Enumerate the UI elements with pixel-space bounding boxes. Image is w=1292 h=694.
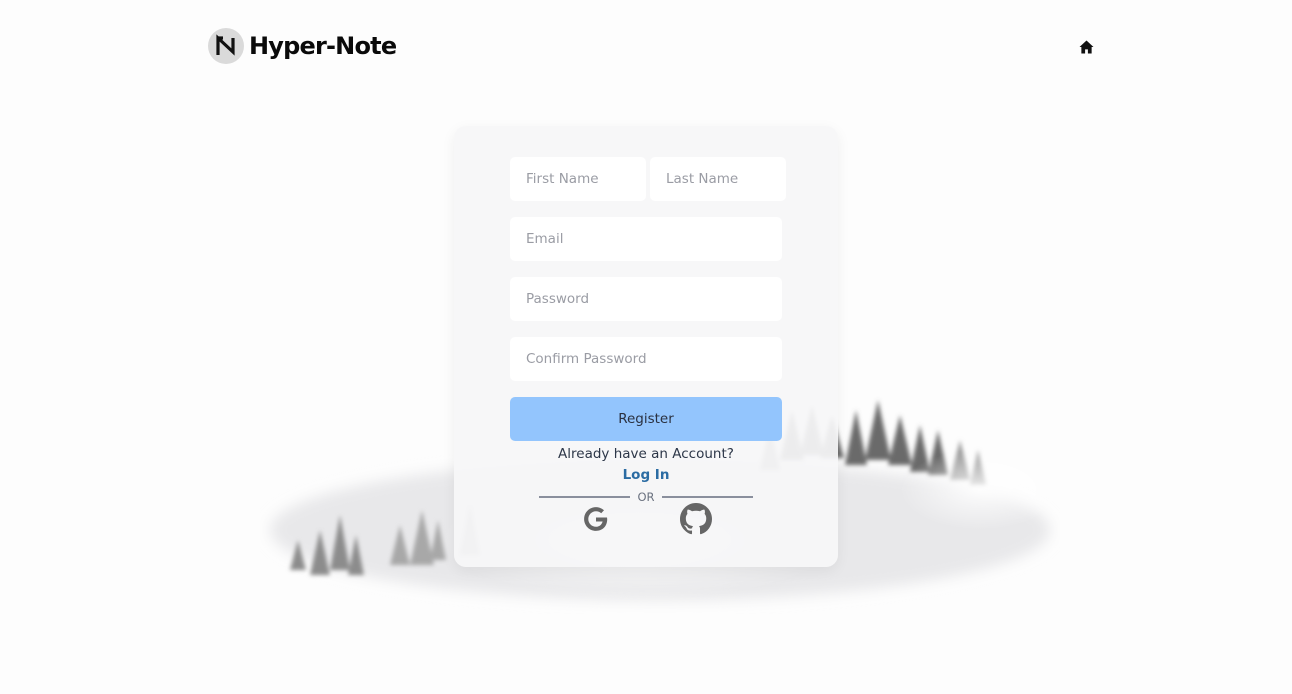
already-account-text: Already have an Account? <box>558 446 734 462</box>
password-input[interactable] <box>510 277 782 321</box>
google-login-button[interactable] <box>580 503 612 535</box>
divider-right <box>662 496 753 498</box>
confirm-password-input[interactable] <box>510 337 782 381</box>
register-button[interactable]: Register <box>510 397 782 441</box>
register-page: Hyper-Note Regist <box>0 0 1292 694</box>
home-button[interactable] <box>1077 38 1095 55</box>
register-card: Register Already have an Account? Log In… <box>454 126 838 567</box>
github-login-button[interactable] <box>680 503 712 535</box>
email-input[interactable] <box>510 217 782 261</box>
logo[interactable]: Hyper-Note <box>208 28 397 64</box>
login-link[interactable]: Log In <box>454 467 838 483</box>
logo-icon <box>208 28 244 64</box>
home-icon <box>1079 39 1093 54</box>
logo-text: Hyper-Note <box>249 32 397 60</box>
google-icon <box>584 507 608 531</box>
first-name-input[interactable] <box>510 157 646 201</box>
github-icon <box>680 503 712 535</box>
or-divider-text: OR <box>637 490 655 504</box>
last-name-input[interactable] <box>650 157 786 201</box>
